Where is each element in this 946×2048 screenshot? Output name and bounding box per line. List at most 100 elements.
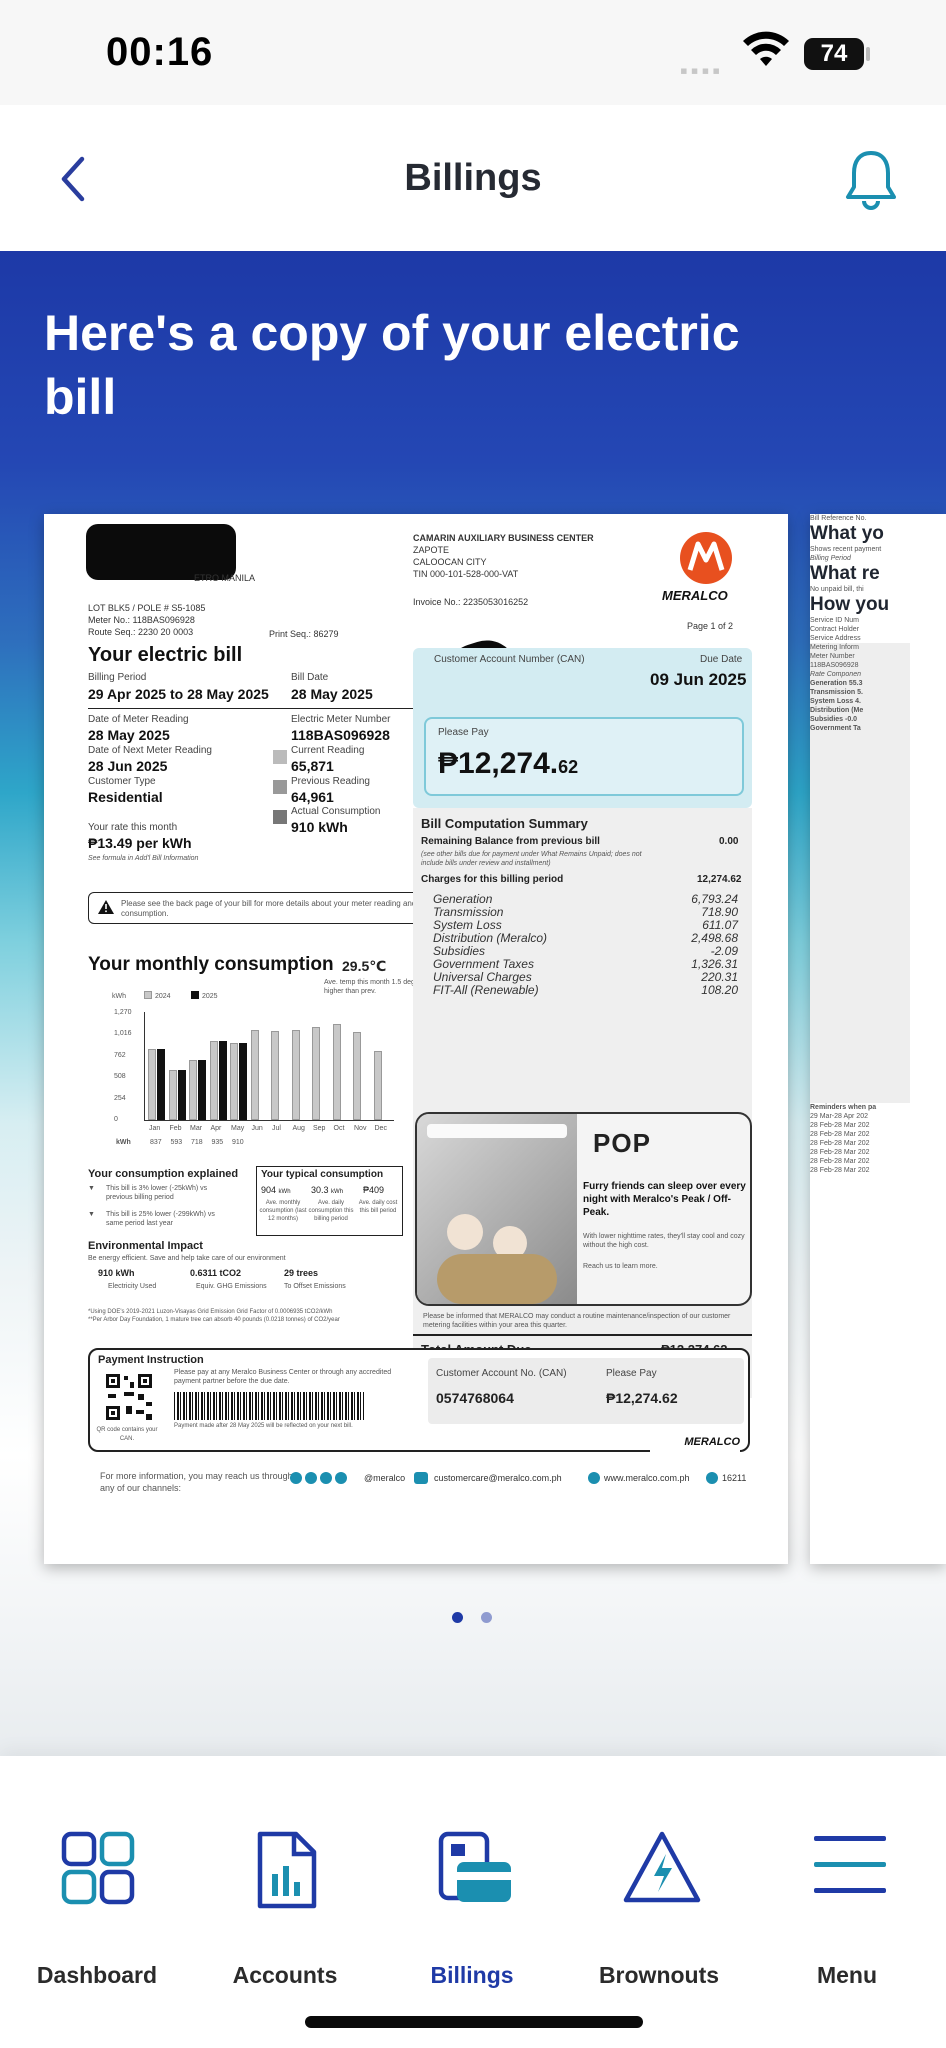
qr-code-icon (104, 1372, 154, 1422)
bar-2025 (239, 1043, 247, 1120)
typical-1-value: 904 (261, 1185, 277, 1195)
meter-reading-date: 28 May 2025 (88, 727, 170, 743)
typical-1-label: Ave. monthly consumption (last 12 months… (259, 1200, 307, 1222)
bill2-metering-panel: Metering Inform Meter Number 118BAS09692… (810, 643, 910, 1103)
rate-note: See formula in Add'l Bill Information (88, 855, 199, 862)
meter-reading-date-label: Date of Meter Reading (88, 714, 189, 725)
y-tick-label: 254 (114, 1094, 126, 1102)
next-reading-label: Date of Next Meter Reading (88, 745, 212, 756)
promo-brand: POP (593, 1128, 651, 1158)
month-label: Jan (149, 1125, 161, 1132)
footer-web[interactable]: www.meralco.com.ph (604, 1472, 690, 1484)
legend-2025-swatch (191, 991, 199, 999)
charge-value: 718.90 (701, 905, 738, 919)
bill2-svc-2: Contract Holder (810, 626, 860, 633)
promo-cta[interactable]: Reach us to learn more. (583, 1262, 658, 1271)
bill2-reminders: Reminders when pa (810, 1104, 877, 1111)
month-label: Apr (210, 1125, 222, 1132)
please-pay-box: Please Pay ₱12,274.62 (424, 717, 744, 796)
charge-name: Generation (433, 892, 493, 906)
print-seq: Print Seq.: 86279 (269, 629, 339, 639)
bill2-period-row: 28 Feb-28 Mar 202 (810, 1140, 870, 1147)
please-pay-amount: ₱12,274.62 (438, 747, 578, 781)
bill2-shows: Shows recent payment (810, 546, 882, 553)
phone-icon (706, 1472, 718, 1484)
social-icons (290, 1472, 350, 1484)
env-title: Environmental Impact (88, 1240, 203, 1252)
cellular-signal-icon: ▪▪▪▪ (680, 58, 724, 83)
reading-icon (273, 750, 287, 764)
bill2-meter-val: 118BAS096928 (810, 662, 859, 669)
address-line1: LOT BLK5 / POLE # S5-1085 (88, 603, 206, 613)
y-tick-label: 1,270 (114, 1009, 132, 1016)
divider (88, 708, 448, 709)
office-city: CALOOCAN CITY (413, 557, 487, 567)
reading-minus-icon (273, 780, 287, 794)
office-name: CAMARIN AUXILIARY BUSINESS CENTER (413, 533, 594, 543)
bill2-period-row: 28 Feb-28 Mar 202 (810, 1158, 870, 1165)
brownouts-warning-icon (623, 1831, 701, 1903)
meralco-logo-icon (680, 532, 732, 584)
accounts-document-icon (257, 1831, 317, 1909)
month-label: Aug (292, 1125, 305, 1132)
charge-name: System Loss (433, 918, 502, 932)
typical-3-label: Ave. daily cost this bill period (358, 1200, 398, 1214)
bar-2024 (209, 1041, 218, 1120)
typical-2-value: 30.3 (311, 1185, 329, 1195)
next-reading: 28 Jun 2025 (88, 758, 168, 774)
y-tick-label: 508 (114, 1073, 126, 1081)
can-label: Customer Account Number (CAN) (434, 654, 585, 665)
bill2-period-row: 28 Feb-28 Mar 202 (810, 1167, 870, 1174)
bill2-subsidies: Subsidies -0.0 (810, 716, 858, 723)
consumption-explained-title: Your consumption explained (88, 1168, 239, 1180)
bill2-trans: Transmission 5. (810, 689, 863, 696)
footer-email[interactable]: customercare@meralco.com.ph (434, 1472, 562, 1484)
hero-headline: Here's a copy of your electric bill (44, 305, 740, 425)
temp-note: Ave. temp this month 1.5 deg higher than… (324, 979, 415, 995)
pay-instr-title: Payment Instruction (98, 1354, 204, 1366)
address-route: Route Seq.: 2230 20 0003 (88, 627, 194, 637)
pager-dot[interactable] (481, 1612, 492, 1623)
nav-billings-label: Billings (430, 1962, 514, 1988)
computation-panel: Bill Computation Summary Remaining Balan… (413, 808, 752, 1398)
meter-number-label: Electric Meter Number (291, 714, 391, 725)
previous-reading: 64,961 (291, 789, 334, 805)
app-header: Billings (0, 105, 946, 251)
pager-dot-active[interactable] (452, 1612, 463, 1623)
footer-social[interactable]: @meralco (364, 1472, 405, 1484)
child-face-1 (447, 1214, 483, 1250)
summary-title: Bill Computation Summary (421, 816, 588, 831)
nav-accounts-label: Accounts (232, 1962, 338, 1988)
bill2-period-row: 28 Feb-28 Mar 202 (810, 1122, 870, 1129)
battery-tip (866, 47, 870, 61)
charge-name: Government Taxes (433, 957, 534, 971)
env-trees-label: To Offset Emissions (284, 1283, 346, 1290)
charge-value: 108.20 (701, 983, 738, 997)
temp-value: 29.5℃ (342, 958, 387, 974)
bill2-how-you: How you (810, 594, 890, 615)
kwh-value: 718 (191, 1139, 203, 1146)
page-number: Page 1 of 2 (687, 621, 734, 631)
bell-icon[interactable] (840, 147, 902, 213)
customer-type-label: Customer Type (88, 776, 156, 787)
current-reading: 65,871 (291, 758, 334, 774)
qr-caption: QR code contains your CAN. (96, 1427, 158, 1442)
bill2-no-unpaid: No unpaid bill, thi (810, 586, 864, 593)
barcode-note: Payment made after 28 May 2025 will be r… (174, 1423, 353, 1429)
footer-hotline[interactable]: 16211 (722, 1472, 746, 1484)
bill-page-2[interactable]: Bill Reference No. What yo Shows recent … (810, 514, 946, 1564)
explained-down-icon: ▼ (88, 1185, 95, 1192)
month-label: Feb (169, 1125, 182, 1132)
bar-2024 (250, 1029, 259, 1120)
month-label: Dec (374, 1125, 387, 1132)
promo-head: Furry friends can sleep over every night… (583, 1181, 746, 1218)
bill-page-1[interactable]: ETRO MANILA LOT BLK5 / POLE # S5-1085 Me… (44, 514, 788, 1564)
env-ghg-label: Equiv. GHG Emissions (196, 1283, 267, 1290)
footer-text: For more information, you may reach us t… (100, 1471, 293, 1493)
bar-2024 (271, 1030, 279, 1120)
explained-2: This bill is 25% lower (-299kWh) vs same… (106, 1211, 215, 1227)
maintenance-note: Please be informed that MERALCO may cond… (423, 1313, 731, 1329)
home-indicator[interactable] (305, 2016, 643, 2028)
bar-2024 (373, 1050, 382, 1120)
nav-menu-label: Menu (816, 1962, 878, 1988)
